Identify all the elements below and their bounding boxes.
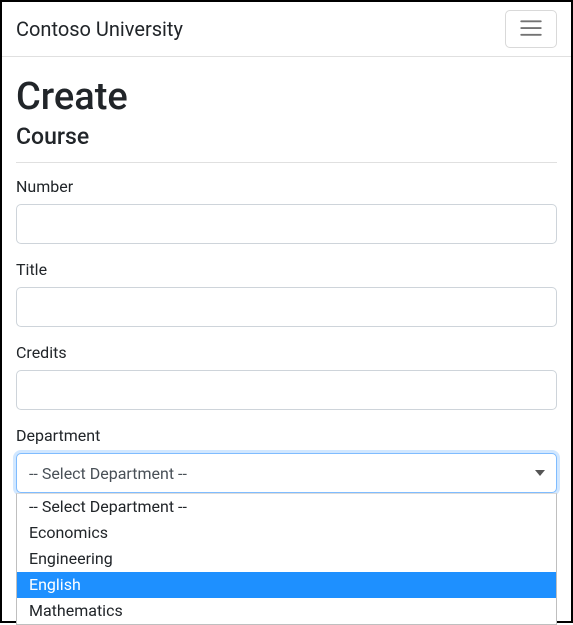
main-container: Create Course Number Title Credits Depar… xyxy=(2,57,571,521)
title-input[interactable] xyxy=(16,287,557,327)
navbar-toggler[interactable] xyxy=(505,10,557,48)
department-selected-text: -- Select Department -- xyxy=(29,464,187,483)
hamburger-icon xyxy=(518,19,544,40)
page-title: Create xyxy=(16,75,557,119)
department-label: Department xyxy=(16,426,557,445)
navbar-brand[interactable]: Contoso University xyxy=(16,17,183,41)
number-group: Number xyxy=(16,177,557,244)
department-option[interactable]: -- Select Department -- xyxy=(17,494,556,520)
title-label: Title xyxy=(16,260,557,279)
number-input[interactable] xyxy=(16,204,557,244)
credits-input[interactable] xyxy=(16,370,557,410)
department-option[interactable]: Economics xyxy=(17,520,556,546)
department-option[interactable]: Engineering xyxy=(17,546,556,572)
chevron-down-icon xyxy=(535,470,545,476)
department-select[interactable]: -- Select Department -- xyxy=(16,453,557,493)
department-group: Department -- Select Department -- -- Se… xyxy=(16,426,557,493)
page-subtitle: Course xyxy=(16,123,557,150)
credits-label: Credits xyxy=(16,343,557,362)
department-option[interactable]: English xyxy=(17,572,556,598)
department-option[interactable]: Mathematics xyxy=(17,598,556,624)
department-dropdown: -- Select Department --EconomicsEngineer… xyxy=(16,493,557,625)
number-label: Number xyxy=(16,177,557,196)
navbar: Contoso University xyxy=(2,2,571,57)
credits-group: Credits xyxy=(16,343,557,410)
title-group: Title xyxy=(16,260,557,327)
divider xyxy=(16,162,557,163)
department-select-wrap: -- Select Department -- -- Select Depart… xyxy=(16,453,557,493)
